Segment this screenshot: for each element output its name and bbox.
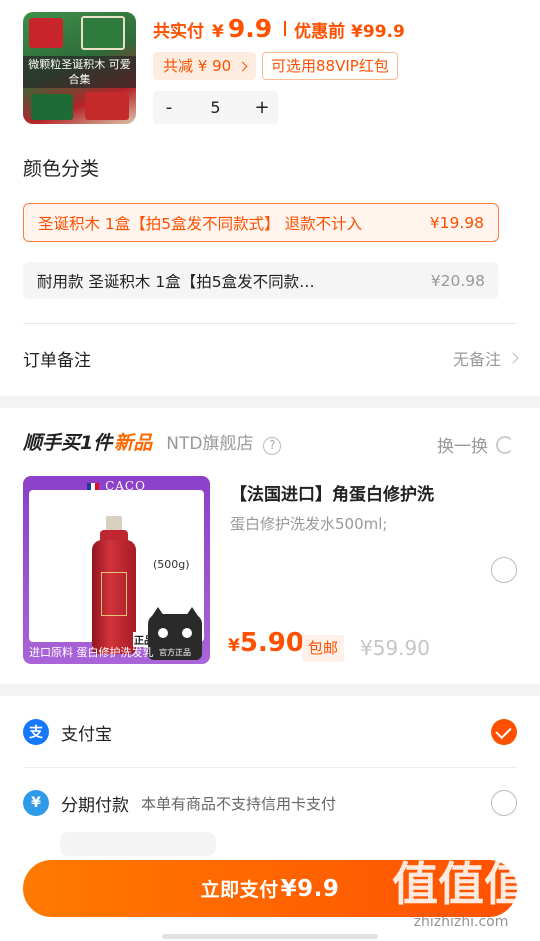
addon-new-tag: 新品 <box>114 432 153 454</box>
swap-label: 换一换 <box>437 437 488 457</box>
quantity-value[interactable]: 5 <box>185 98 246 117</box>
addon-product-desc: 蛋白修护洗发水500ml; <box>230 515 388 533</box>
color-section-title: 颜色分类 <box>23 158 100 180</box>
payment-label: 分期付款 <box>61 795 129 816</box>
alipay-icon: 支 <box>23 719 49 745</box>
thumb-box-decoration <box>85 92 129 120</box>
option-price: ¥20.98 <box>430 271 485 290</box>
addon-header: 顺手买1件 新品 NTD旗舰店 ? <box>23 428 282 455</box>
cat-ear <box>150 607 166 619</box>
section-gap <box>0 396 540 408</box>
total-price-line: 共实付 ¥ 9.9 优惠前 ¥99.9 <box>153 14 405 43</box>
color-option-selected[interactable]: 圣诞积木 1盒【拍5盒发不同款式】 退款不计入 ¥19.98 <box>23 203 499 242</box>
check-unselected-icon[interactable] <box>491 790 517 816</box>
home-indicator[interactable] <box>162 934 378 939</box>
installment-icon: ¥ <box>23 790 49 816</box>
price-amount: 5.90 <box>239 628 304 658</box>
addon-product-name[interactable]: 【法国进口】角蛋白修护洗 <box>230 480 434 505</box>
divider <box>23 767 517 768</box>
option-name: 圣诞积木 1盒【拍5盒发不同款式】 退款不计入 <box>38 214 363 233</box>
currency-symbol: ¥ <box>212 22 224 42</box>
product-thumbnail[interactable]: 微颗粒圣诞积木 可爱合集 <box>23 12 136 124</box>
color-option[interactable]: 耐用款 圣诞积木 1盒【拍5盒发不同款… ¥20.98 <box>23 262 499 299</box>
divider <box>23 323 517 324</box>
total-label: 共实付 <box>153 22 204 42</box>
vip-redpacket-badge[interactable]: 可选用88VIP红包 <box>262 52 398 80</box>
option-price: ¥19.98 <box>429 213 484 232</box>
shampoo-bottle <box>92 540 136 654</box>
chevron-right-icon <box>237 61 248 71</box>
pay-button-label: 立即支付 <box>200 879 279 901</box>
tmall-cat-icon: 官方正品 <box>148 607 202 660</box>
price-currency: ¥ <box>228 636 240 656</box>
section-gap <box>0 684 540 696</box>
cat-eye <box>158 628 168 638</box>
watermark: 值值值 zhizhizhi.com <box>388 856 534 930</box>
option-name: 耐用款 圣诞积木 1盒【拍5盒发不同款… <box>37 272 315 291</box>
addon-select-radio[interactable] <box>491 557 517 583</box>
original-price: ¥59.90 <box>360 636 430 660</box>
payment-note: 本单有商品不支持信用卡支付 <box>141 794 337 813</box>
thumb-box-decoration <box>29 18 63 48</box>
cat-eye <box>182 628 192 638</box>
total-amount: 9.9 <box>227 14 273 43</box>
swap-button[interactable]: 换一换 <box>437 432 514 457</box>
remark-label: 订单备注 <box>23 350 91 371</box>
thumb-caption: 微颗粒圣诞积木 可爱合集 <box>23 56 136 88</box>
increase-button[interactable]: + <box>246 91 278 124</box>
help-icon[interactable]: ? <box>263 437 282 455</box>
watermark-url: zhizhizhi.com <box>413 914 509 930</box>
payment-option-installment[interactable]: ¥ 分期付款 本单有商品不支持信用卡支付 <box>23 785 517 821</box>
cat-ear <box>184 607 200 619</box>
bottle-label <box>101 572 127 616</box>
payment-label: 支付宝 <box>61 724 112 745</box>
pre-discount-price: 优惠前 ¥99.9 <box>294 22 405 42</box>
addon-product-image[interactable]: CACO (500g) 正品 官方正品 进口原料 蛋白修护洗发乳 <box>23 476 210 664</box>
order-remark-row[interactable]: 订单备注 无备注 <box>23 340 519 376</box>
shop-name[interactable]: NTD旗舰店 <box>166 429 253 454</box>
discount-badge[interactable]: 共减 ¥ 90 <box>153 52 257 80</box>
decrease-button[interactable]: - <box>153 91 185 124</box>
quantity-stepper: - 5 + <box>153 91 278 124</box>
discount-text: 共减 ¥ 90 <box>163 57 232 75</box>
placeholder-bar <box>60 832 216 856</box>
refresh-icon <box>496 435 514 454</box>
image-caption: 进口原料 蛋白修护洗发乳 <box>29 646 154 659</box>
free-shipping-badge: 包邮 <box>302 635 345 662</box>
thumb-box-decoration <box>31 94 73 120</box>
pay-button-amount: ¥9.9 <box>280 875 340 902</box>
weight-label: (500g) <box>153 558 190 571</box>
chevron-right-icon <box>507 352 519 364</box>
official-genuine-label: 官方正品 <box>159 648 191 657</box>
watermark-logo: 值值值 <box>392 857 530 911</box>
addon-title: 顺手买1件 <box>23 432 113 454</box>
remark-value: 无备注 <box>452 350 501 369</box>
addon-price: ¥ 5.90 <box>228 628 304 658</box>
payment-option-alipay[interactable]: 支 支付宝 <box>23 714 517 750</box>
check-selected-icon[interactable] <box>491 719 517 745</box>
thumb-box-decoration <box>81 16 125 50</box>
price-separator <box>284 21 287 36</box>
